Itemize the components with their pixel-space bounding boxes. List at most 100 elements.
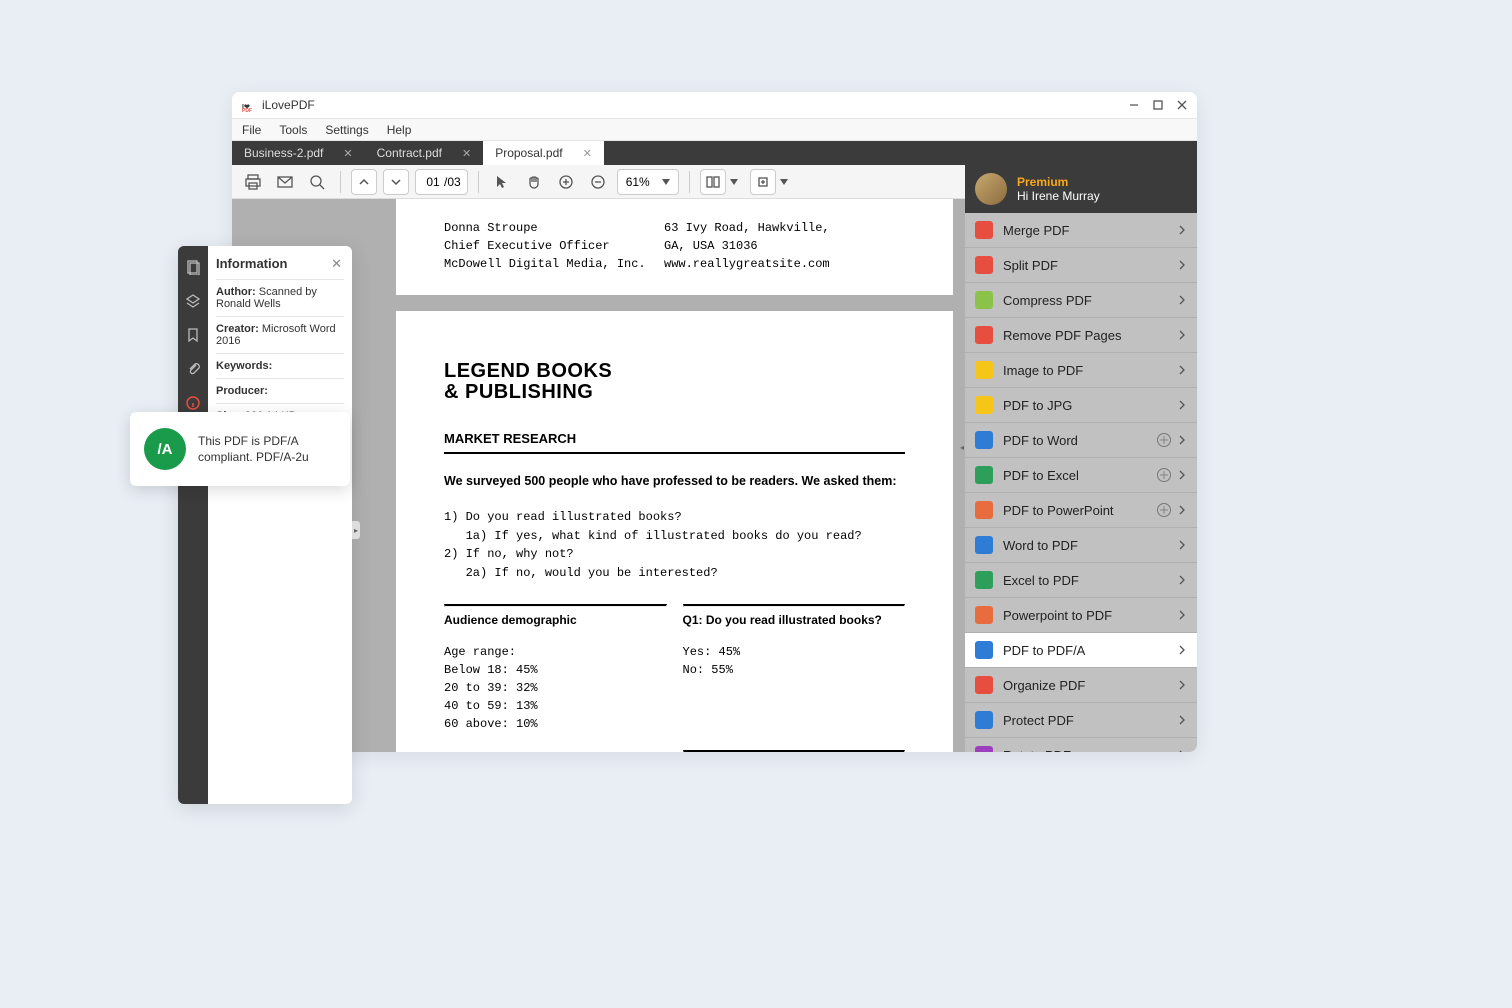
- tool-label: Rotate PDF: [1003, 748, 1071, 753]
- chevron-right-icon: [1179, 505, 1185, 515]
- tab-label: Proposal.pdf: [495, 146, 562, 160]
- doc-text: No: 55%: [683, 661, 906, 679]
- window-minimize-button[interactable]: [1129, 100, 1139, 110]
- hand-tool-button[interactable]: [521, 169, 547, 195]
- chevron-down-icon[interactable]: [780, 179, 788, 185]
- doc-text: 63 Ivy Road, Hawkville,: [664, 219, 884, 237]
- page-input[interactable]: 01 /03: [415, 169, 468, 195]
- tool-icon: [975, 466, 993, 484]
- tab-proposal[interactable]: Proposal.pdf ✕: [483, 141, 604, 165]
- tool-icon: [975, 361, 993, 379]
- rotate-button[interactable]: [750, 169, 776, 195]
- page-up-button[interactable]: [351, 169, 377, 195]
- chevron-right-icon: [1179, 715, 1185, 725]
- doc-text: 60 above: 10%: [444, 715, 667, 733]
- tool-label: PDF to PDF/A: [1003, 643, 1085, 658]
- tool-icon: [975, 641, 993, 659]
- menu-file[interactable]: File: [242, 123, 261, 137]
- zoom-select[interactable]: 61%: [617, 169, 679, 195]
- tab-business[interactable]: Business-2.pdf ✕: [232, 141, 365, 165]
- chevron-right-icon: [1179, 750, 1185, 752]
- menu-tools[interactable]: Tools: [279, 123, 307, 137]
- search-button[interactable]: [304, 169, 330, 195]
- print-button[interactable]: [240, 169, 266, 195]
- tab-close-icon[interactable]: ✕: [583, 147, 592, 160]
- tool-item-rotate-pdf[interactable]: Rotate PDF: [965, 738, 1197, 752]
- window-close-button[interactable]: [1177, 100, 1187, 110]
- chevron-right-icon: [1179, 610, 1185, 620]
- view-mode-button[interactable]: [700, 169, 726, 195]
- chevron-right-icon: [1179, 365, 1185, 375]
- attachments-tab-icon[interactable]: [182, 358, 204, 380]
- tool-item-compress-pdf[interactable]: Compress PDF: [965, 283, 1197, 318]
- toolbar-divider: [689, 171, 690, 193]
- window-maximize-button[interactable]: [1153, 100, 1163, 110]
- chevron-right-icon: [1179, 680, 1185, 690]
- doc-col-heading: Q1: Do you read illustrated books?: [683, 613, 906, 627]
- titlebar: I❤PDF iLovePDF: [232, 92, 1197, 119]
- toast-text: This PDF is PDF/A compliant. PDF/A-2u: [198, 433, 336, 465]
- chevron-right-icon: [1179, 225, 1185, 235]
- tab-close-icon[interactable]: ✕: [343, 147, 352, 160]
- doc-heading: LEGEND BOOKS: [444, 361, 905, 382]
- tab-label: Business-2.pdf: [244, 146, 323, 160]
- email-button[interactable]: [272, 169, 298, 195]
- tool-item-excel-to-pdf[interactable]: Excel to PDF: [965, 563, 1197, 598]
- tab-close-icon[interactable]: ✕: [462, 147, 471, 160]
- side-tab-strip: [178, 246, 208, 804]
- chevron-down-icon[interactable]: [730, 179, 738, 185]
- doc-rule: [683, 604, 906, 607]
- chevron-right-icon: [1179, 645, 1185, 655]
- tool-icon: [975, 676, 993, 694]
- tool-label: PDF to Excel: [1003, 468, 1079, 483]
- tool-item-powerpoint-to-pdf[interactable]: Powerpoint to PDF: [965, 598, 1197, 633]
- info-row: Producer:: [216, 378, 344, 403]
- tool-icon: [975, 291, 993, 309]
- chevron-right-icon: [1179, 575, 1185, 585]
- page-down-button[interactable]: [383, 169, 409, 195]
- tool-item-pdf-to-excel[interactable]: PDF to Excel: [965, 458, 1197, 493]
- tool-icon: [975, 501, 993, 519]
- layers-tab-icon[interactable]: [182, 290, 204, 312]
- bookmark-tab-icon[interactable]: [182, 324, 204, 346]
- tool-icon: [975, 256, 993, 274]
- app-logo-icon: I❤PDF: [242, 98, 258, 112]
- doc-text: Chief Executive Officer: [444, 237, 664, 255]
- document-page-1-fragment: Donna Stroupe Chief Executive Officer Mc…: [396, 199, 953, 295]
- tool-item-pdf-to-word[interactable]: PDF to Word: [965, 423, 1197, 458]
- tool-item-pdf-to-jpg[interactable]: PDF to JPG: [965, 388, 1197, 423]
- zoom-out-button[interactable]: [585, 169, 611, 195]
- doc-intro: We surveyed 500 people who have professe…: [444, 474, 905, 488]
- user-avatar: [975, 173, 1007, 205]
- toolbar-divider: [340, 171, 341, 193]
- tool-item-protect-pdf[interactable]: Protect PDF: [965, 703, 1197, 738]
- tab-contract[interactable]: Contract.pdf ✕: [365, 141, 484, 165]
- menu-help[interactable]: Help: [387, 123, 412, 137]
- tool-item-pdf-to-pdf-a[interactable]: PDF to PDF/A: [965, 633, 1197, 668]
- compliance-toast: /A This PDF is PDF/A compliant. PDF/A-2u: [130, 412, 350, 486]
- menu-settings[interactable]: Settings: [325, 123, 368, 137]
- tool-item-image-to-pdf[interactable]: Image to PDF: [965, 353, 1197, 388]
- pointer-tool-button[interactable]: [489, 169, 515, 195]
- tool-item-word-to-pdf[interactable]: Word to PDF: [965, 528, 1197, 563]
- doc-rule: [683, 750, 906, 752]
- account-tier-label: Premium: [1017, 175, 1100, 189]
- page-current[interactable]: 01: [422, 175, 444, 189]
- zoom-in-button[interactable]: [553, 169, 579, 195]
- svg-text:PDF: PDF: [242, 108, 252, 112]
- tool-item-remove-pdf-pages[interactable]: Remove PDF Pages: [965, 318, 1197, 353]
- tool-item-organize-pdf[interactable]: Organize PDF: [965, 668, 1197, 703]
- info-tab-icon[interactable]: [182, 392, 204, 414]
- account-header[interactable]: Premium Hi Irene Murray: [965, 165, 1197, 213]
- side-panel-expand-handle[interactable]: ▸: [352, 521, 360, 539]
- tool-icon: [975, 571, 993, 589]
- chevron-right-icon: [1179, 470, 1185, 480]
- doc-questions: 1) Do you read illustrated books? 1a) If…: [444, 508, 905, 582]
- tool-item-merge-pdf[interactable]: Merge PDF: [965, 213, 1197, 248]
- tab-label: Contract.pdf: [377, 146, 442, 160]
- tool-item-pdf-to-powerpoint[interactable]: PDF to PowerPoint: [965, 493, 1197, 528]
- pages-tab-icon[interactable]: [182, 256, 204, 278]
- tool-item-split-pdf[interactable]: Split PDF: [965, 248, 1197, 283]
- chevron-right-icon: [1179, 260, 1185, 270]
- info-panel-close-button[interactable]: ✕: [331, 256, 342, 272]
